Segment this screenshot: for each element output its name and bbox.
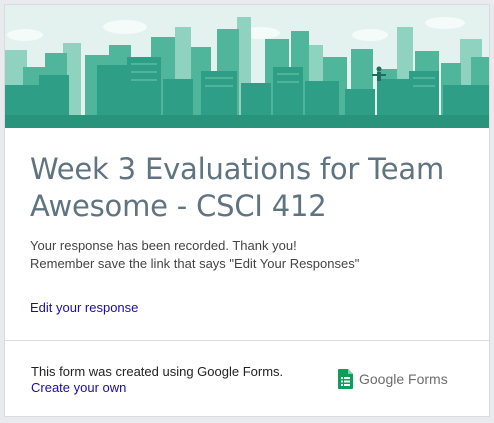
confirmation-message: Your response has been recorded. Thank y… [30, 237, 470, 273]
google-forms-icon [338, 369, 353, 389]
confirmation-line-1: Your response has been recorded. Thank y… [30, 238, 297, 253]
footer-created-text: This form was created using Google Forms… [31, 364, 284, 379]
logo-google-text: Google [359, 371, 405, 387]
logo-forms-text: Forms [408, 371, 448, 387]
confirmation-line-2: Remember save the link that says "Edit Y… [30, 256, 360, 271]
footer-divider [5, 340, 489, 341]
google-forms-wordmark: Google Forms [359, 371, 448, 387]
edit-response-link[interactable]: Edit your response [30, 300, 138, 315]
form-title: Week 3 Evaluations for Team Awesome - CS… [30, 152, 445, 223]
form-confirmation-card: Week 3 Evaluations for Team Awesome - CS… [4, 4, 490, 417]
city-skyline-banner [5, 5, 489, 128]
create-your-own-link[interactable]: Create your own [31, 380, 126, 395]
google-forms-logo: Google Forms [338, 368, 448, 390]
